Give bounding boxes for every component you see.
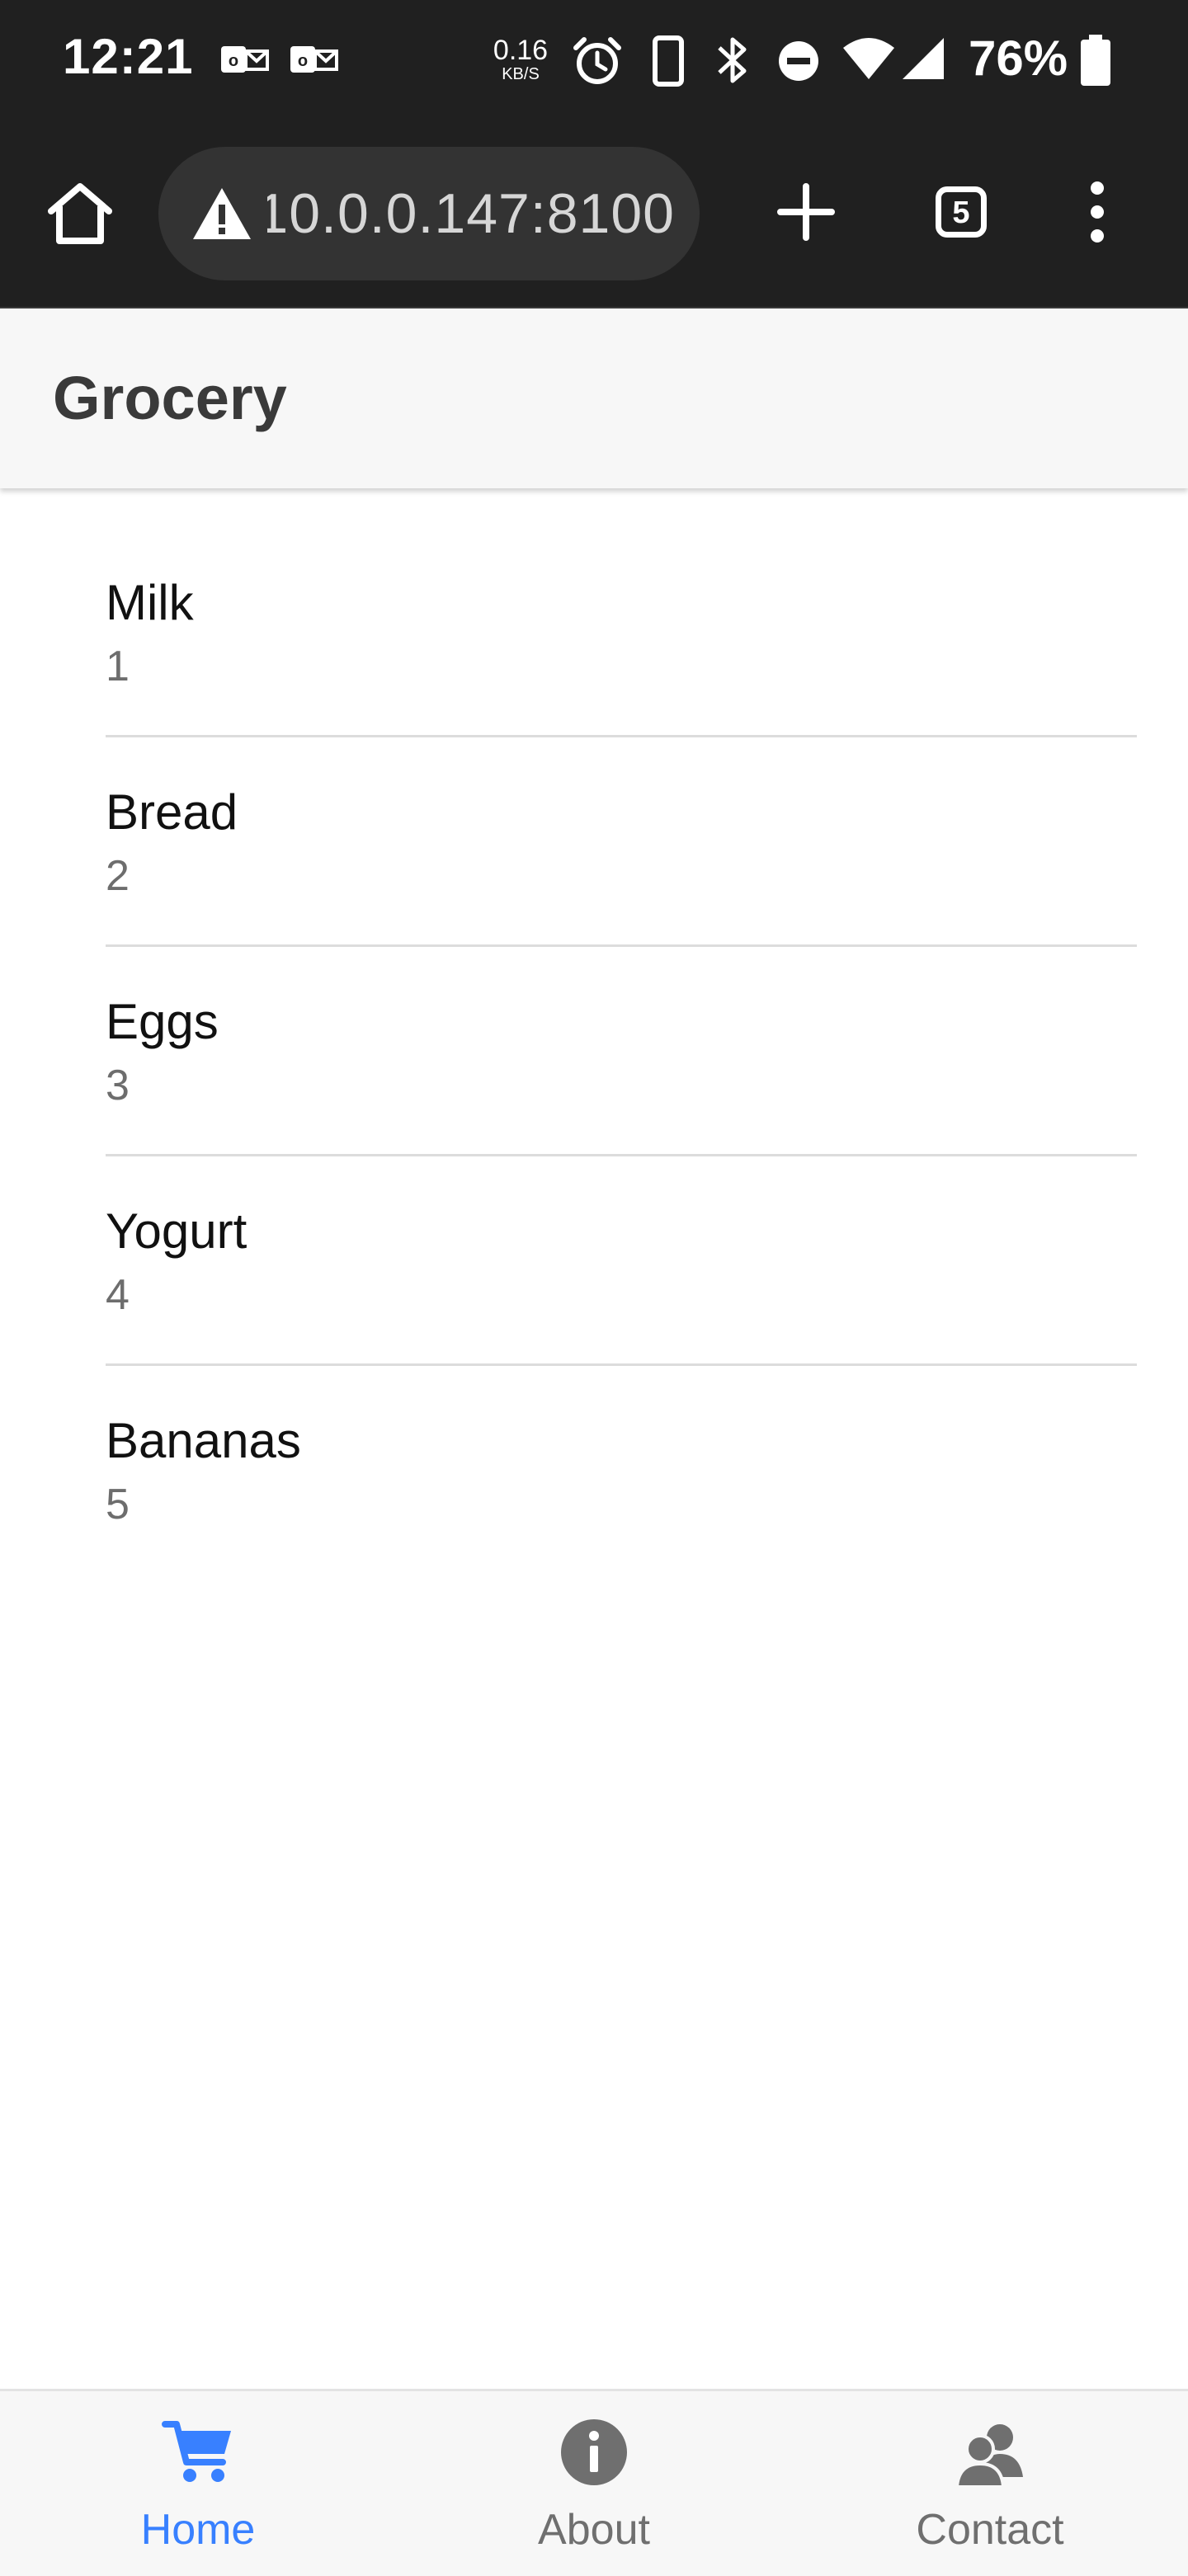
outlook-notification-icon: o	[221, 46, 269, 73]
home-icon[interactable]	[43, 177, 117, 251]
network-speed: 0.16 KB/S	[492, 36, 549, 82]
app-header: Grocery	[0, 308, 1188, 488]
item-quantity: 5	[106, 1481, 130, 1528]
item-name: Eggs	[106, 994, 219, 1049]
list-item[interactable]: Milk 1	[106, 528, 1137, 737]
item-quantity: 2	[106, 852, 130, 900]
tab-label: Home	[140, 2506, 256, 2554]
info-icon	[561, 2419, 627, 2485]
list-item[interactable]: Eggs 3	[106, 947, 1137, 1156]
url-text[interactable]: 10.0.0.147:8100	[267, 181, 675, 246]
item-quantity: 3	[106, 1062, 130, 1109]
item-name: Bread	[106, 784, 238, 840]
item-name: Bananas	[106, 1413, 301, 1468]
address-bar[interactable]: 10.0.0.147:8100	[158, 147, 700, 280]
new-tab-icon[interactable]	[769, 175, 843, 249]
browser-toolbar: 10.0.0.147:8100 5	[0, 120, 1188, 308]
list-item[interactable]: Yogurt 4	[106, 1156, 1137, 1366]
network-speed-value: 0.16	[493, 35, 549, 66]
status-bar: 12:21 o o 0.16 KB/S 76%	[0, 0, 1188, 120]
tab-about[interactable]: About	[396, 2391, 792, 2576]
outlook-notification-icon: o	[290, 46, 338, 73]
warning-icon[interactable]	[191, 185, 252, 243]
status-time: 12:21	[63, 29, 194, 84]
grocery-list: Milk 1 Bread 2 Eggs 3 Yogurt 4 Bananas 5	[106, 528, 1137, 1575]
page-title: Grocery	[53, 364, 287, 432]
list-item[interactable]: Bread 2	[106, 737, 1137, 947]
network-speed-unit: KB/S	[502, 65, 540, 83]
bottom-tab-bar: Home About Contact	[0, 2389, 1188, 2576]
more-menu-icon[interactable]	[1072, 175, 1122, 249]
list-item[interactable]: Bananas 5	[106, 1366, 1137, 1575]
item-name: Milk	[106, 575, 194, 630]
item-quantity: 4	[106, 1271, 130, 1319]
svg-text:o: o	[229, 52, 238, 70]
item-quantity: 1	[106, 643, 130, 690]
wifi-icon	[843, 38, 894, 79]
do-not-disturb-icon	[779, 41, 818, 81]
bluetooth-icon	[718, 37, 747, 83]
people-icon	[955, 2424, 1023, 2489]
tab-contact[interactable]: Contact	[792, 2391, 1188, 2576]
alarm-icon	[573, 37, 621, 84]
item-name: Yogurt	[106, 1203, 248, 1259]
tab-label: Contact	[916, 2506, 1064, 2554]
tab-switcher-button[interactable]: 5	[936, 186, 987, 238]
cellular-signal-icon	[903, 38, 944, 79]
tab-label: About	[538, 2506, 650, 2554]
cart-icon	[162, 2421, 231, 2482]
battery-icon	[1081, 35, 1110, 86]
tab-home[interactable]: Home	[0, 2391, 396, 2576]
battery-percent: 76%	[969, 31, 1068, 86]
phone-icon	[653, 35, 684, 87]
svg-text:o: o	[298, 52, 308, 70]
